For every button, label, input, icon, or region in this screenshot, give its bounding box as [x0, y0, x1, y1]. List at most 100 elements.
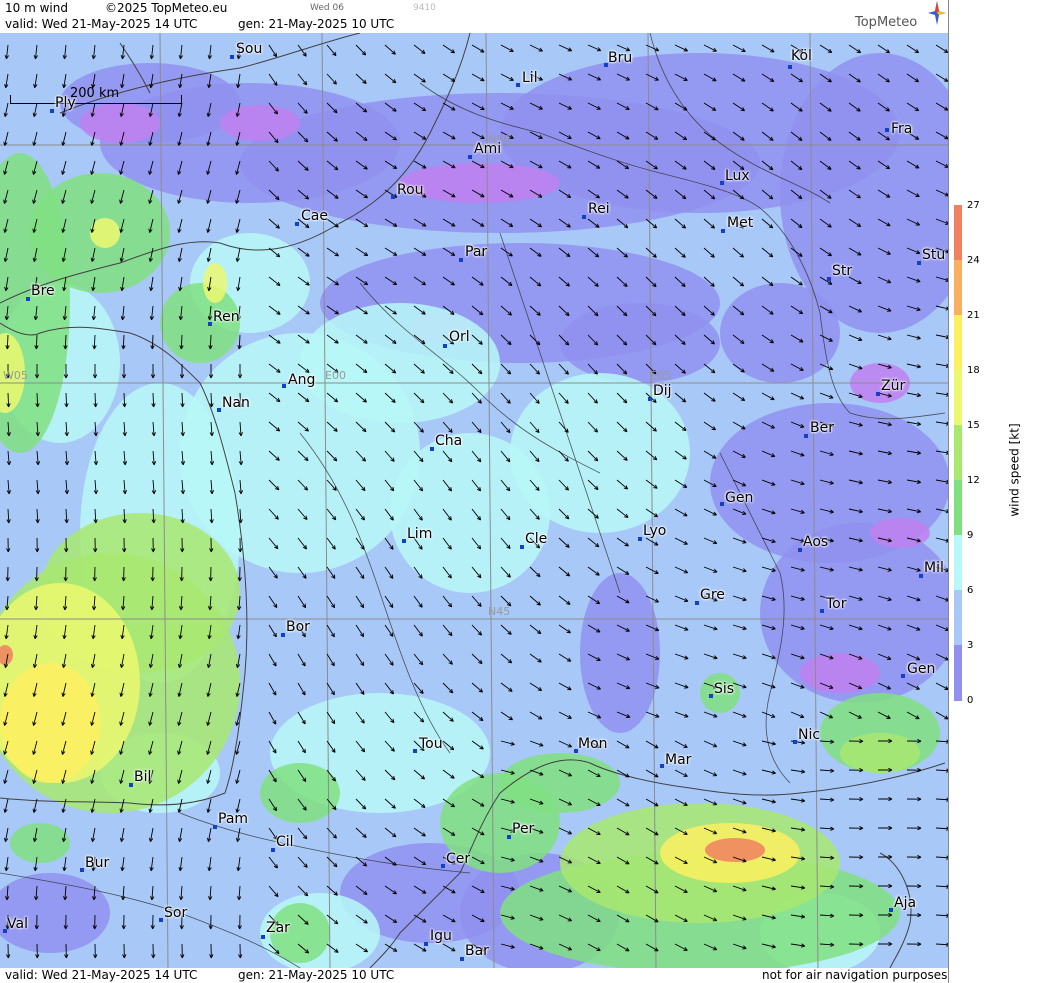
city-label: Köl	[791, 48, 812, 64]
city-marker	[516, 83, 520, 87]
wind-speed-area	[203, 263, 227, 303]
wind-map[interactable]: 200 km N50 W05 E00 E05 N45 Sou Bru Köl Ply Lil Fr…	[0, 33, 948, 968]
map-footer: valid: Wed 21-May-2025 14 UTC gen: 21-Ma…	[0, 968, 948, 983]
logo-text: TopMeteo	[855, 15, 918, 30]
footer-disclaimer: not for air navigation purposes	[762, 968, 948, 982]
legend-color-step	[954, 315, 962, 371]
city-label: Ber	[810, 420, 834, 436]
legend-tick-label: 9	[967, 530, 974, 541]
graticule-label: N45	[488, 605, 511, 618]
city-marker	[919, 574, 923, 578]
city-marker	[720, 181, 724, 185]
city-marker	[413, 749, 417, 753]
city-marker	[793, 740, 797, 744]
city-marker	[695, 601, 699, 605]
city-marker	[213, 825, 217, 829]
legend-color-step	[954, 480, 962, 536]
city-marker	[889, 908, 893, 912]
city-label: Str	[832, 263, 853, 279]
city-label: Fra	[891, 121, 913, 137]
city-marker	[901, 674, 905, 678]
city-label: Stu	[922, 247, 946, 263]
city-marker	[917, 261, 921, 265]
city-label: Bor	[286, 619, 310, 635]
graticule-label: E05	[650, 369, 671, 382]
city-label: Met	[727, 215, 754, 231]
copyright-text: ©2025 TopMeteo.eu	[105, 1, 228, 15]
city-label: Bur	[85, 855, 110, 871]
city-marker	[660, 764, 664, 768]
city-label: Gen	[907, 661, 936, 677]
legend-color-step	[954, 260, 962, 316]
city-marker	[430, 447, 434, 451]
legend-color-step	[954, 425, 962, 481]
legend-color-step	[954, 590, 962, 646]
scale-bar-label: 200 km	[70, 86, 120, 101]
city-label: Zür	[881, 378, 906, 394]
city-label: Ply	[55, 95, 76, 111]
city-marker	[460, 957, 464, 961]
city-marker	[129, 783, 133, 787]
city-label: Lim	[407, 526, 433, 542]
city-label: Ami	[474, 141, 502, 157]
faint-code: 9410	[413, 3, 436, 13]
legend-tick-label: 12	[967, 475, 980, 486]
graticule-label: W05	[3, 369, 28, 382]
wind-speed-area	[870, 518, 930, 548]
legend-tick-label: 21	[967, 310, 980, 321]
wind-speed-area	[10, 823, 70, 863]
city-marker	[721, 229, 725, 233]
city-marker	[159, 918, 163, 922]
city-label: Zar	[266, 920, 290, 936]
city-marker	[443, 344, 447, 348]
legend-tick-label: 3	[967, 640, 974, 651]
city-marker	[827, 277, 831, 281]
city-label: Mil	[924, 560, 944, 576]
city-marker	[230, 55, 234, 59]
city-label: Igu	[430, 928, 452, 944]
city-label: Aja	[894, 895, 917, 911]
product-title: 10 m wind	[5, 1, 68, 15]
city-label: Tou	[419, 736, 443, 752]
city-label: Bre	[31, 283, 55, 299]
city-marker	[208, 322, 212, 326]
city-label: Gre	[700, 587, 725, 603]
city-label: Rou	[397, 182, 424, 198]
city-label: Lyo	[643, 523, 667, 539]
city-label: Mar	[665, 752, 692, 768]
city-marker	[295, 222, 299, 226]
wind-speed-field	[0, 33, 948, 968]
legend-tick-label: 27	[967, 200, 980, 211]
legend-tick-label: 24	[967, 255, 980, 266]
legend-color-step	[954, 205, 962, 261]
legend-color-bar	[954, 205, 962, 701]
legend-tick-label: 18	[967, 365, 980, 376]
city-label: Bil	[134, 769, 152, 785]
city-marker	[648, 397, 652, 401]
wind-speed-area	[390, 433, 550, 593]
wind-speed-area	[300, 303, 500, 423]
city-label: Gen	[725, 490, 754, 506]
legend-color-step	[954, 535, 962, 591]
wind-speed-area	[800, 653, 880, 693]
wind-speed-legend: 27 24 21 18 15 12 9 6 3 0	[948, 0, 1039, 983]
city-label: Orl	[449, 329, 470, 345]
city-marker	[582, 215, 586, 219]
city-marker	[282, 384, 286, 388]
wind-speed-area	[500, 753, 620, 813]
city-marker	[638, 537, 642, 541]
legend-tick-label: 6	[967, 585, 974, 596]
city-marker	[876, 392, 880, 396]
city-marker	[720, 502, 724, 506]
graticule-label: E00	[325, 369, 346, 382]
city-marker	[798, 548, 802, 552]
city-marker	[402, 539, 406, 543]
city-label: Bar	[465, 943, 489, 959]
city-label: Tor	[826, 596, 847, 612]
legend-unit-label: wind speed [kt]	[1007, 423, 1022, 517]
city-label: Cle	[525, 531, 548, 547]
city-label: Sor	[164, 905, 188, 921]
city-marker	[709, 694, 713, 698]
city-marker	[26, 297, 30, 301]
city-marker	[820, 609, 824, 613]
